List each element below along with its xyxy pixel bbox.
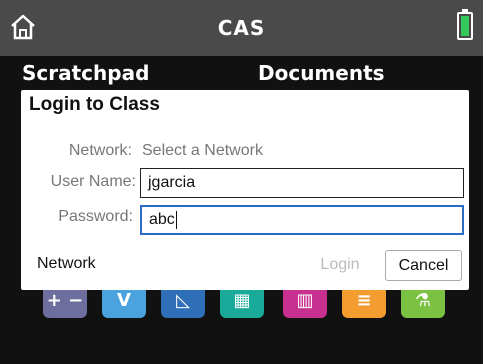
graphs-app-icon[interactable]: V [102,290,146,318]
graphs-app-symbol: V [117,290,131,311]
network-label: Network: [68,142,132,159]
lists-app-symbol: ▦ [233,290,251,311]
password-value: abc [149,211,175,228]
geometry-app-symbol: ◺ [176,290,190,311]
vernier-app-icon[interactable]: ⚗ [401,290,445,318]
battery-icon [457,9,473,40]
password-field[interactable]: abc [140,205,464,235]
login-button[interactable]: Login [313,250,367,280]
network-button[interactable]: Network [37,255,96,273]
login-dialog: Login to Class Network: Select a Network… [21,90,469,290]
notes-app-icon[interactable]: ≡ [342,290,386,318]
data-stats-app-symbol: ▥ [296,290,314,311]
calculator-app-icon[interactable]: + − [43,290,87,318]
calculator-app-symbol: + − [46,290,84,311]
app-launcher-row: + − V ◺ ▦ ▥ ≡ ⚗ [0,290,483,320]
username-field[interactable]: jgarcia [140,168,464,198]
geometry-app-icon[interactable]: ◺ [161,290,205,318]
password-label: Password: [58,208,133,225]
data-stats-app-icon[interactable]: ▥ [283,290,327,318]
text-caret [175,210,177,229]
lists-app-icon[interactable]: ▦ [220,290,264,318]
battery-level [461,16,469,36]
app-title: CAS [217,16,266,40]
dialog-title: Login to Class [29,94,160,115]
notes-app-symbol: ≡ [356,290,372,311]
username-value: jgarcia [148,174,196,191]
tab-bar: Scratchpad Documents [0,56,483,90]
username-label: User Name: [50,173,136,190]
vernier-app-symbol: ⚗ [414,290,432,311]
top-bar: CAS [0,0,483,56]
network-value[interactable]: Select a Network [142,142,263,160]
tab-scratchpad[interactable]: Scratchpad [22,56,149,90]
cancel-button[interactable]: Cancel [385,250,462,281]
tab-documents[interactable]: Documents [258,56,385,90]
